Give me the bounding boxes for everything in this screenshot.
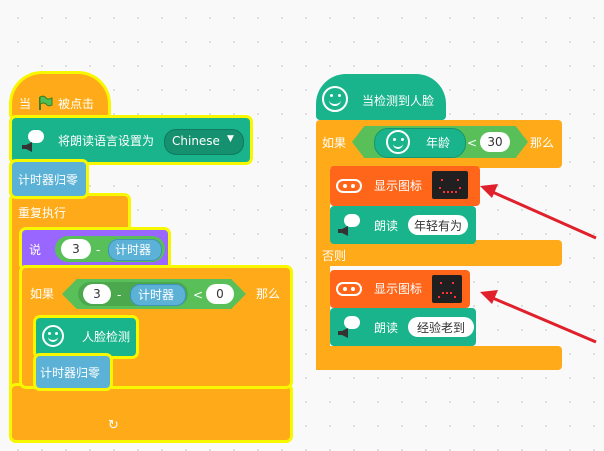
smiley-icon	[42, 325, 64, 347]
arrow-icon	[480, 184, 597, 240]
smiley-icon	[386, 130, 410, 154]
repeat-label: 重复执行	[18, 206, 67, 220]
age-label: 年龄	[426, 136, 451, 150]
led-pattern-sad	[438, 282, 456, 298]
hat-when-label: 当	[19, 97, 32, 111]
microbit-icon	[336, 179, 362, 193]
read-label-1: 朗读	[374, 219, 399, 233]
face-detect-label: 人脸检测	[82, 330, 131, 344]
then-label: 那么	[530, 136, 555, 150]
green-flag-hat-block[interactable]	[12, 74, 108, 118]
repeat-block-bottom-arm	[12, 386, 290, 440]
voice-dropdown-value: Chinese	[172, 134, 220, 148]
speech-icon	[338, 316, 360, 338]
if-lt-label: <	[193, 288, 204, 302]
read-label-2: 朗读	[374, 321, 399, 335]
if-else-bottom-arm	[316, 346, 562, 370]
if-timer-label: 计时器	[138, 288, 175, 302]
speech-icon	[338, 214, 360, 236]
if-number-input[interactable]: 3	[83, 284, 111, 304]
face-detected-label: 当检测到人脸	[362, 94, 435, 108]
smiley-icon	[322, 86, 348, 112]
led-matrix-picker-2[interactable]	[432, 275, 462, 303]
if-zero-input[interactable]: 0	[206, 284, 234, 304]
if-label: 如果	[322, 136, 347, 150]
read-text-input-1[interactable]: 年轻有为	[408, 215, 468, 235]
chevron-down-icon: ▼	[227, 134, 234, 144]
led-matrix-picker-1[interactable]	[432, 171, 468, 199]
set-voice-label: 将朗读语言设置为	[58, 134, 155, 148]
else-label: 否则	[322, 249, 347, 263]
show-icon-label-1: 显示图标	[374, 179, 423, 193]
lt-label: <	[467, 136, 478, 150]
hat-clicked-label: 被点击	[58, 97, 95, 111]
arrow-icon	[480, 290, 597, 344]
read-text-input-2[interactable]: 经验老到	[408, 317, 474, 337]
say-number-input[interactable]: 3	[61, 239, 91, 259]
say-label: 说	[29, 243, 42, 257]
timer-reset-label-2: 计时器归零	[40, 366, 101, 380]
led-pattern-happy	[439, 179, 461, 193]
if-then-label: 那么	[256, 287, 281, 301]
if-label: 如果	[30, 287, 55, 301]
green-flag-icon	[39, 95, 53, 110]
speech-icon	[22, 130, 44, 152]
say-timer-label: 计时器	[115, 243, 152, 257]
show-icon-label-2: 显示图标	[374, 282, 423, 296]
microbit-icon	[336, 282, 362, 296]
if-minus-label: -	[117, 288, 122, 302]
timer-reset-label: 计时器归零	[18, 173, 79, 187]
say-minus-label: -	[96, 243, 101, 257]
age-value-input[interactable]: 30	[480, 132, 510, 152]
loop-arrow-icon: ↻	[108, 418, 119, 433]
